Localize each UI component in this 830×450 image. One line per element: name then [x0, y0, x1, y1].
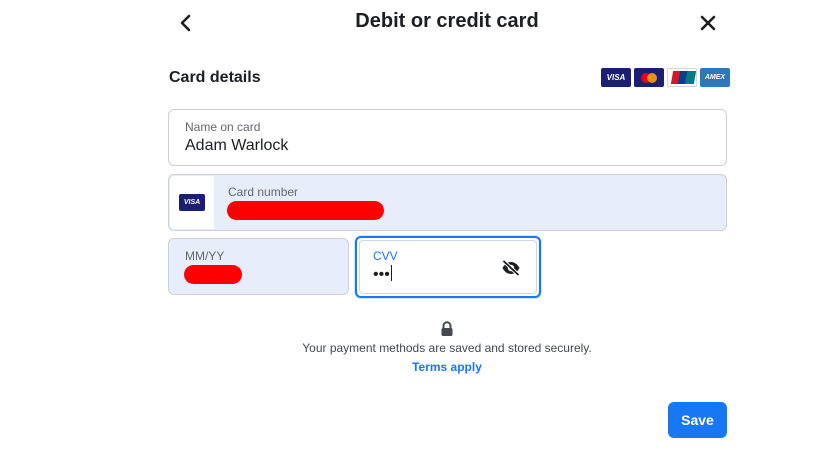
name-on-card-label: Name on card [185, 120, 261, 134]
card-details-heading: Card details [169, 69, 261, 86]
visa-logo: VISA [601, 68, 631, 87]
chevron-left-icon [180, 14, 191, 32]
unionpay-logo [667, 68, 697, 87]
expiry-redaction [184, 265, 242, 284]
close-icon [700, 15, 716, 31]
terms-apply-link[interactable]: Terms apply [347, 360, 547, 374]
expiry-field[interactable]: MM/YY [168, 238, 349, 295]
secure-storage-note: Your payment methods are saved and store… [302, 341, 592, 355]
expiry-label: MM/YY [185, 249, 225, 263]
card-number-redaction [227, 201, 384, 220]
visa-logo: VISA [179, 194, 205, 211]
mastercard-logo [634, 68, 664, 87]
close-button[interactable] [695, 10, 721, 36]
cvv-label: CVV [373, 249, 398, 263]
amex-logo: AMEX [700, 68, 730, 87]
text-cursor [390, 265, 392, 281]
name-on-card-field[interactable]: Name on card Adam Warlock [168, 109, 727, 166]
card-dialog: Debit or credit card Card details VISA A… [0, 0, 830, 450]
cvv-masked-text: ••• [373, 266, 390, 283]
save-button[interactable]: Save [668, 402, 727, 438]
toggle-cvv-visibility-button[interactable] [501, 258, 521, 278]
dialog-title: Debit or credit card [355, 10, 539, 32]
card-brand: VISA [170, 176, 214, 229]
accepted-cards: VISA AMEX [601, 68, 730, 87]
back-button[interactable] [173, 10, 199, 36]
cvv-value: ••• [373, 265, 392, 284]
card-number-label: Card number [228, 185, 299, 199]
name-on-card-value: Adam Warlock [185, 137, 289, 154]
lock-icon [441, 321, 453, 336]
eye-off-icon [502, 260, 520, 276]
card-number-field[interactable]: VISA Card number [168, 174, 727, 231]
cvv-field[interactable]: CVV ••• [355, 236, 541, 298]
